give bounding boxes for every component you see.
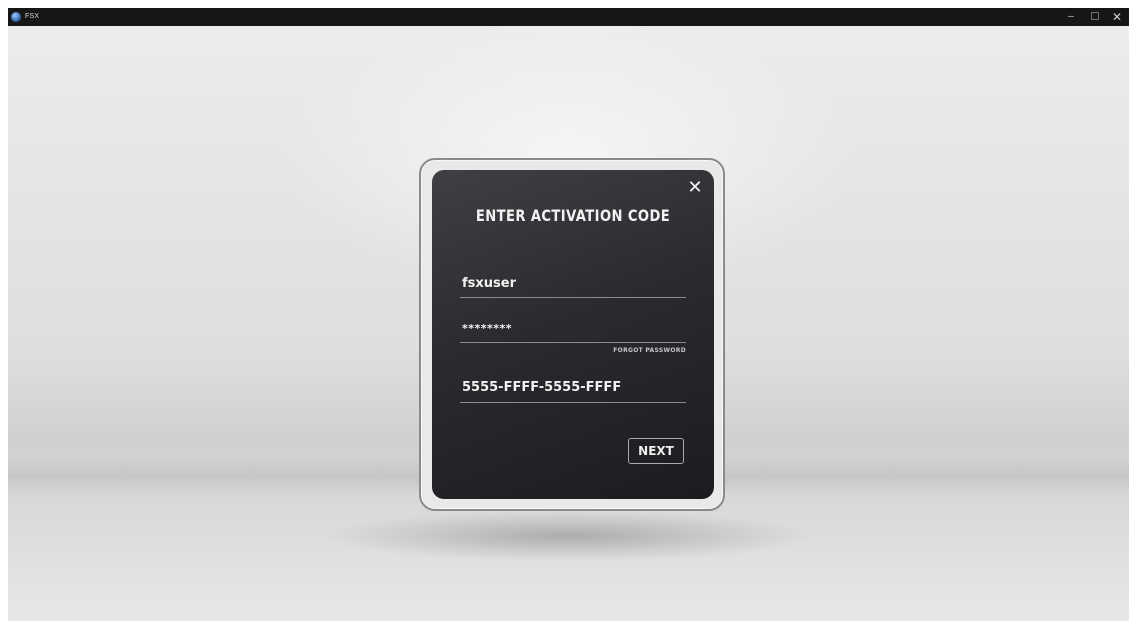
next-button[interactable]: NEXT — [628, 438, 684, 464]
window-title: FSX — [25, 13, 40, 20]
maximize-icon — [1091, 12, 1099, 21]
floor-shadow — [328, 511, 808, 561]
activation-code-field[interactable] — [460, 377, 686, 403]
dialog-close-button[interactable]: ✕ — [684, 176, 706, 198]
maximize-button[interactable] — [1084, 8, 1106, 26]
username-field[interactable] — [460, 274, 686, 298]
app-window: FSX – ✕ ✕ ENTER ACTIVATION CODE FORGOT P… — [8, 8, 1129, 621]
dialog-title: ENTER ACTIVATION CODE — [475, 206, 671, 225]
backdrop: ✕ ENTER ACTIVATION CODE FORGOT PASSWORD … — [8, 26, 1129, 621]
forgot-password-link[interactable]: FORGOT PASSWORD — [592, 347, 686, 354]
activation-dialog: ✕ ENTER ACTIVATION CODE FORGOT PASSWORD … — [432, 170, 714, 499]
password-field[interactable] — [460, 319, 686, 343]
minimize-button[interactable]: – — [1060, 8, 1082, 26]
title-bar[interactable]: FSX – ✕ — [8, 8, 1129, 26]
fsx-app-icon — [11, 12, 21, 22]
window-close-button[interactable]: ✕ — [1106, 8, 1128, 26]
